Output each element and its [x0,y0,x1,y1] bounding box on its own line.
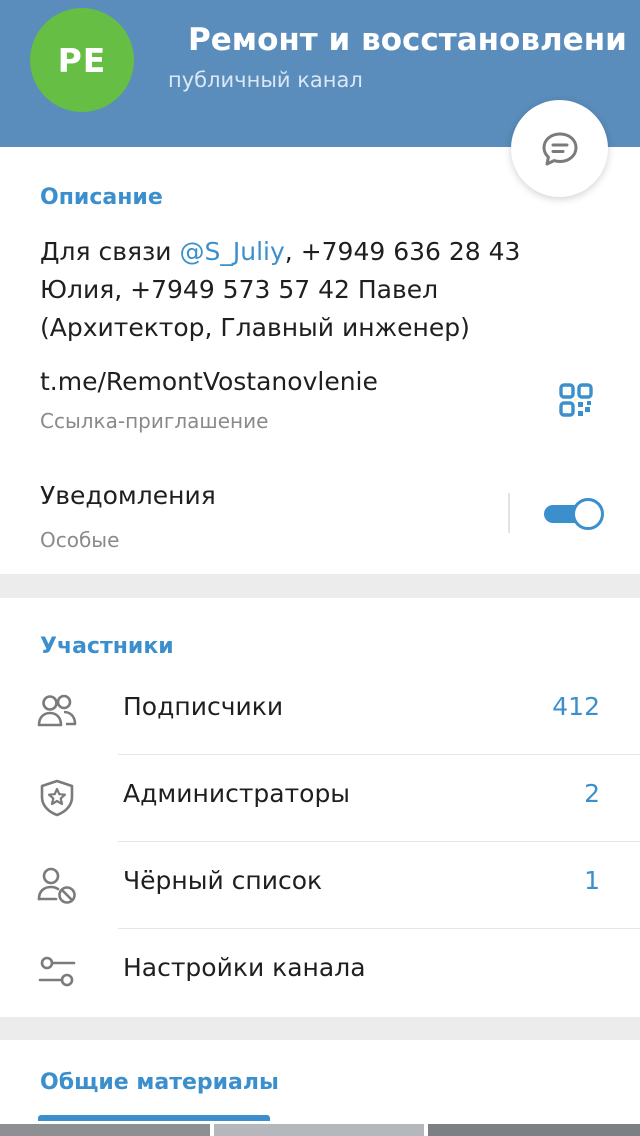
notifications-divider [508,493,510,533]
channel-info-screen: PE Ремонт и восстановление публичный кан… [0,0,640,1136]
sliders-icon [38,956,76,987]
toggle-knob [572,498,604,530]
administrators-row[interactable]: Администраторы 2 [0,755,640,842]
mention-link[interactable]: @S_Juliy [180,237,285,266]
channel-title: Ремонт и восстановление [188,22,628,58]
notifications-toggle[interactable] [542,497,604,530]
users-icon [37,694,77,727]
media-thumbnail[interactable] [214,1124,424,1136]
description-prefix: Для связи [40,237,180,266]
channel-settings-label: Настройки канала [123,953,366,982]
user-blocked-icon [37,867,76,904]
media-thumbnail[interactable] [0,1124,210,1136]
members-section-title: Участники [40,634,174,659]
subscribers-count: 412 [552,692,600,721]
channel-type-subtitle: публичный канал [168,68,363,92]
administrators-count: 2 [584,779,600,808]
open-chat-button[interactable] [511,100,608,197]
invite-link-caption: Ссылка-приглашение [40,409,269,433]
shared-media-section-title: Общие материалы [40,1070,279,1095]
subscribers-row[interactable]: Подписчики 412 [0,668,640,755]
shared-media-card: Общие материалы [0,1040,640,1136]
blacklist-count: 1 [584,866,600,895]
blacklist-label: Чёрный список [123,866,323,895]
info-card: Описание Для связи @S_Juliy, +7949 636 2… [0,147,640,574]
subscribers-label: Подписчики [123,692,284,721]
qr-code-icon[interactable] [559,383,593,417]
invite-link[interactable]: t.me/RemontVostanovlenie [40,367,378,396]
message-icon [542,132,577,165]
channel-settings-row[interactable]: Настройки канала [0,929,640,1016]
description-section-title: Описание [40,185,163,210]
description-line-2: Юлия, +7949 573 57 42 Павел [40,275,439,304]
description-phone-1: , +7949 636 28 43 [284,237,521,266]
channel-description: Для связи @S_Juliy, +7949 636 28 43 Юлия… [40,233,600,347]
notifications-mode: Особые [40,528,120,552]
notifications-label[interactable]: Уведомления [40,481,216,510]
members-card: Участники Подписчики 412 Администраторы … [0,598,640,1017]
blacklist-row[interactable]: Чёрный список 1 [0,842,640,929]
shield-star-icon [40,779,74,817]
description-line-1: Для связи @S_Juliy, +7949 636 28 43 [40,233,600,271]
channel-avatar[interactable]: PE [30,8,134,112]
administrators-label: Администраторы [123,779,351,808]
media-tab-indicator [38,1115,270,1121]
description-line-3: (Архитектор, Главный инженер) [40,313,470,342]
media-thumbnail[interactable] [428,1124,640,1136]
